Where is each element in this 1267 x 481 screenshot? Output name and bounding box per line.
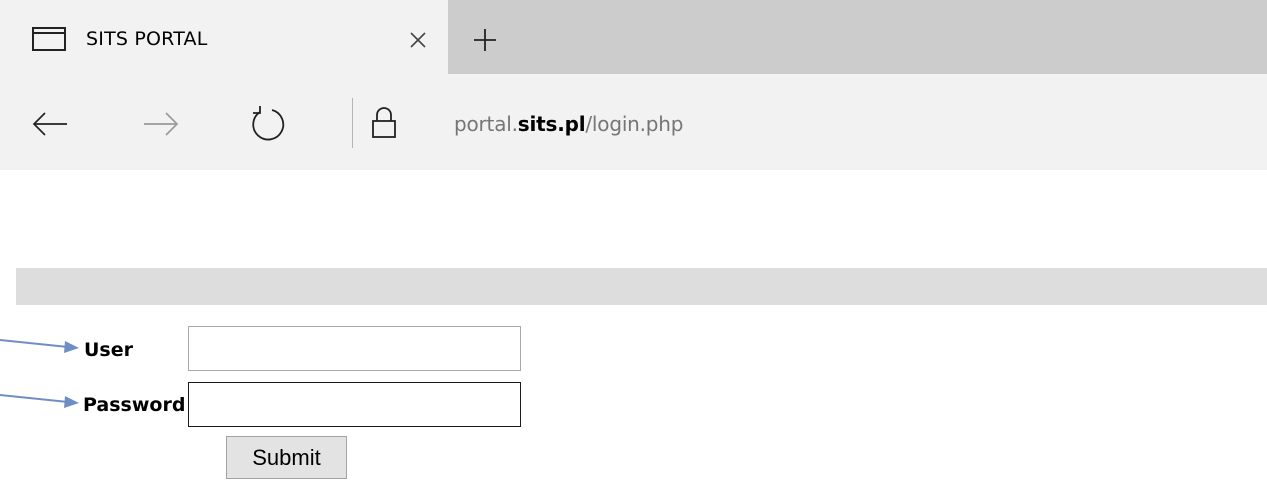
arrow-right-icon[interactable] [143, 112, 179, 136]
browser-tab-strip: SITS PORTAL [0, 0, 1267, 74]
url-path: /login.php [585, 112, 684, 136]
active-tab[interactable]: SITS PORTAL [0, 0, 448, 74]
user-label: User [84, 339, 133, 361]
annotation-arrow-icon [0, 394, 79, 408]
address-bar[interactable]: portal.sits.pl/login.php [454, 112, 683, 136]
user-input[interactable] [188, 326, 521, 371]
submit-button[interactable]: Submit [226, 436, 347, 479]
password-label: Password [83, 394, 186, 416]
tab-title: SITS PORTAL [86, 28, 208, 50]
nav-separator [352, 98, 353, 148]
password-input[interactable] [188, 382, 521, 427]
page-header-bar [16, 268, 1267, 305]
arrow-left-icon[interactable] [32, 112, 68, 136]
browser-nav-bar: portal.sits.pl/login.php [0, 74, 1267, 170]
url-domain: sits.pl [517, 112, 586, 136]
window-tab-icon [32, 27, 66, 51]
refresh-icon[interactable] [248, 105, 286, 143]
close-icon[interactable] [408, 30, 428, 50]
lock-icon [372, 107, 396, 138]
url-prefix: portal. [454, 112, 518, 136]
plus-icon[interactable] [473, 28, 497, 52]
annotation-arrow-icon [0, 339, 79, 353]
